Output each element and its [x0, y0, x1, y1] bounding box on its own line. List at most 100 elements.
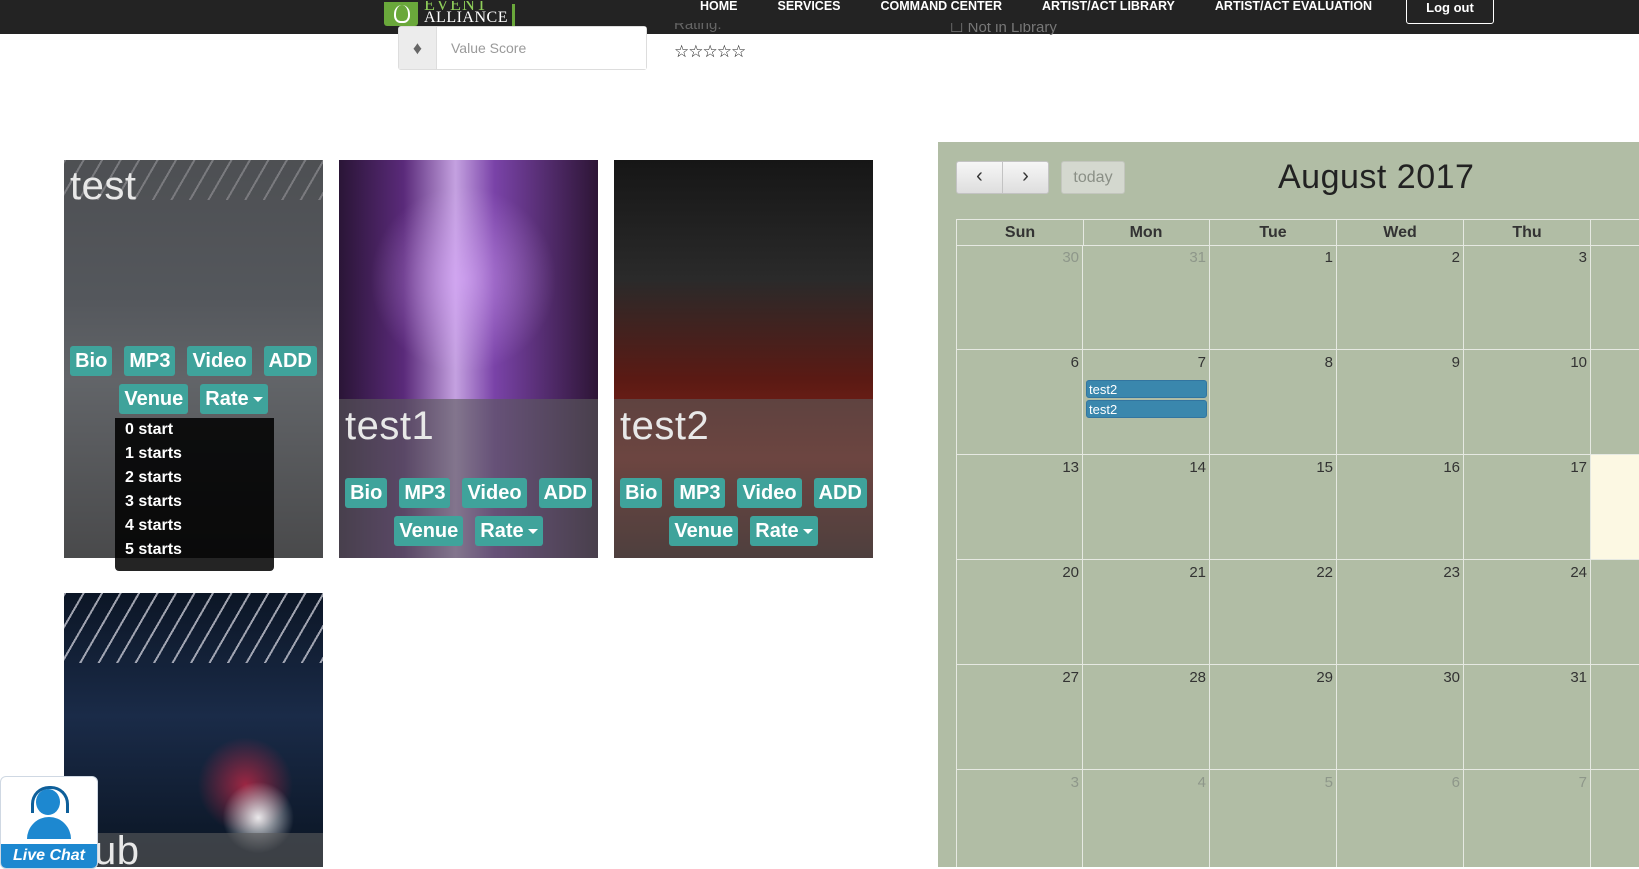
rate-button[interactable]: Rate [200, 384, 268, 414]
calendar-day-cell[interactable]: 3 [956, 770, 1083, 867]
calendar-day-cell[interactable]: 31 [1464, 665, 1591, 770]
calendar-day-cell[interactable]: 22 [1210, 560, 1337, 665]
weekday-header: Tue [1210, 219, 1337, 246]
calendar-day-cell[interactable]: 29 [1210, 665, 1337, 770]
day-number: 30 [1443, 669, 1460, 686]
nav-artist-library[interactable]: ARTIST/ACT LIBRARY [1042, 0, 1175, 12]
calendar-day-cell[interactable]: 6 [956, 350, 1083, 455]
day-number: 31 [1570, 669, 1587, 686]
calendar-day-cell[interactable]: 2 [1337, 245, 1464, 350]
rate-button[interactable]: Rate [750, 516, 818, 546]
weekday-header: Wed [1337, 219, 1464, 246]
add-button[interactable]: ADD [813, 478, 867, 508]
day-number: 21 [1189, 564, 1206, 581]
add-button[interactable]: ADD [263, 346, 317, 376]
calendar-day-cell[interactable]: 21 [1083, 560, 1210, 665]
rate-option-3[interactable]: 3 starts [115, 490, 274, 514]
rate-option-0[interactable]: 0 start [115, 418, 274, 442]
bio-button[interactable]: Bio [620, 478, 663, 508]
chevron-left-icon: ‹ [976, 165, 983, 187]
mp3-button[interactable]: MP3 [399, 478, 451, 508]
calendar-day-cell[interactable]: 6 [1337, 770, 1464, 867]
calendar-day-cell[interactable]: 10 [1464, 350, 1591, 455]
artist-name: test1 [345, 404, 435, 448]
add-button[interactable]: ADD [538, 478, 592, 508]
top-nav: EVENT ALLIANCE HOME SERVICES COMMAND CEN… [0, 0, 1639, 34]
site-logo[interactable]: EVENT ALLIANCE [384, 0, 515, 26]
bio-button[interactable]: Bio [345, 478, 388, 508]
day-number: 2 [1451, 249, 1460, 266]
bio-button[interactable]: Bio [70, 346, 113, 376]
calendar-day-cell[interactable]: 30 [956, 245, 1083, 350]
next-month-button[interactable]: › [1002, 161, 1049, 194]
calendar-day-cell[interactable]: 14 [1083, 455, 1210, 560]
calendar-day-cell[interactable]: 4 [1083, 770, 1210, 867]
prev-month-button[interactable]: ‹ [956, 161, 1003, 194]
calendar-event[interactable]: test2 [1086, 400, 1207, 418]
calendar-day-cell-cutoff[interactable] [1591, 770, 1639, 867]
day-number: 7 [1578, 774, 1587, 791]
calendar-day-cell[interactable]: 20 [956, 560, 1083, 665]
weekday-header: Mon [1083, 219, 1210, 246]
venue-button[interactable]: Venue [394, 516, 464, 546]
calendar-day-cell[interactable]: 9 [1337, 350, 1464, 455]
calendar-day-cell-cutoff[interactable] [1591, 560, 1639, 665]
venue-button[interactable]: Venue [669, 516, 739, 546]
logo-bar [511, 4, 515, 26]
artist-tile-test2: test2 Bio MP3 Video ADD Venue Rate [614, 160, 873, 558]
calendar-day-cell-cutoff[interactable] [1591, 350, 1639, 455]
value-score-input[interactable] [437, 27, 646, 69]
calendar-day-cell[interactable]: 28 [1083, 665, 1210, 770]
rate-option-1[interactable]: 1 starts [115, 442, 274, 466]
calendar-day-cell[interactable]: 3 [1464, 245, 1591, 350]
logo-bottom-text: ALLIANCE [424, 9, 508, 26]
calendar-day-cell[interactable]: 16 [1337, 455, 1464, 560]
calendar-day-cell-cutoff[interactable] [1591, 665, 1639, 770]
nav-home[interactable]: HOME [700, 0, 738, 12]
calendar-event[interactable]: test2 [1086, 380, 1207, 398]
not-in-library-checkbox[interactable]: ☐ Not in Library [950, 23, 1057, 37]
calendar-day-cell[interactable]: 31 [1083, 245, 1210, 350]
mp3-button[interactable]: MP3 [124, 346, 176, 376]
logout-button[interactable]: Log out [1406, 0, 1494, 24]
calendar-day-cell[interactable]: 23 [1337, 560, 1464, 665]
day-number: 3 [1578, 249, 1587, 266]
calendar-day-cell[interactable]: 27 [956, 665, 1083, 770]
calendar-day-cell[interactable]: 7 [1464, 770, 1591, 867]
mp3-button[interactable]: MP3 [674, 478, 726, 508]
calendar-day-cell[interactable]: 30 [1337, 665, 1464, 770]
calendar-day-cell-cutoff[interactable] [1591, 245, 1639, 350]
video-button[interactable]: Video [462, 478, 527, 508]
calendar-day-cell[interactable]: 17 [1464, 455, 1591, 560]
video-button[interactable]: Video [737, 478, 802, 508]
calendar-day-cell[interactable]: 1 [1210, 245, 1337, 350]
calendar-day-cell[interactable]: 5 [1210, 770, 1337, 867]
today-button[interactable]: today [1061, 161, 1125, 194]
calendar-day-cell-cutoff[interactable] [1591, 455, 1639, 560]
calendar-day-cell[interactable]: 7 test2 test2 [1083, 350, 1210, 455]
day-number: 28 [1189, 669, 1206, 686]
rating-label: Rating: [674, 23, 722, 33]
day-number: 27 [1062, 669, 1079, 686]
tag-icon: ♦ [399, 27, 437, 69]
rate-option-5[interactable]: 5 starts [115, 538, 274, 562]
calendar-day-cell[interactable]: 13 [956, 455, 1083, 560]
live-chat-widget[interactable]: Live Chat [0, 776, 98, 869]
calendar-day-cell[interactable]: 8 [1210, 350, 1337, 455]
venue-button[interactable]: Venue [119, 384, 189, 414]
nav-services[interactable]: SERVICES [778, 0, 841, 12]
calendar-day-cell[interactable]: 15 [1210, 455, 1337, 560]
rating-stars[interactable]: ☆☆☆☆☆ [674, 42, 746, 62]
rate-option-2[interactable]: 2 starts [115, 466, 274, 490]
video-button[interactable]: Video [187, 346, 252, 376]
nav-artist-evaluation[interactable]: ARTIST/ACT EVALUATION [1215, 0, 1372, 12]
nav-command-center[interactable]: COMMAND CENTER [881, 0, 1003, 12]
chevron-right-icon: › [1022, 165, 1029, 187]
rate-option-4[interactable]: 4 starts [115, 514, 274, 538]
calendar-day-cell[interactable]: 24 [1464, 560, 1591, 665]
artist-name: ub [94, 829, 140, 867]
day-number: 16 [1443, 459, 1460, 476]
rate-button[interactable]: Rate [475, 516, 543, 546]
day-number: 5 [1324, 774, 1333, 791]
caret-down-icon [252, 397, 263, 403]
